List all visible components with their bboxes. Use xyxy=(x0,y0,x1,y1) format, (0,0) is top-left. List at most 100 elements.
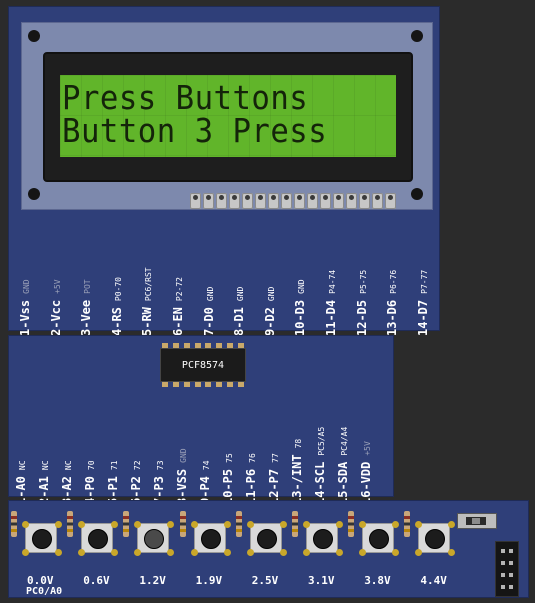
button-voltage-label: 4.4V xyxy=(420,574,447,587)
lcd-header-pin xyxy=(346,193,357,209)
lcd-pin-name: 7-D0 xyxy=(201,307,216,336)
lcd-pin-signal: GND xyxy=(297,279,307,294)
lcd-pin-signal: P4-74 xyxy=(328,269,337,294)
chip-pin-signal: NC xyxy=(41,460,50,471)
lcd-pin-signal: POT xyxy=(83,279,93,294)
chip-pin-label: 14-SCL PC5/A5 xyxy=(309,427,328,505)
chip-leg xyxy=(205,382,212,387)
lcd-header-pin xyxy=(385,193,396,209)
lcd-header-pin xyxy=(372,193,383,209)
slide-switch-nub xyxy=(472,518,480,524)
chip-pin-signal: 70 xyxy=(87,460,96,471)
lcd-pin-name: 4-RS xyxy=(109,307,124,336)
button-unit-3 xyxy=(123,509,171,565)
lcd-header-pin xyxy=(333,193,344,209)
button-unit-1 xyxy=(11,509,59,565)
chip-pin-signal: 71 xyxy=(110,460,119,471)
lcd-pin-label: 1-Vss GND xyxy=(14,279,33,336)
push-button-4[interactable] xyxy=(190,521,226,553)
lcd-pin-name: 1-Vss xyxy=(18,299,32,336)
lcd-line-1: Press Buttons xyxy=(62,78,309,117)
lcd-header-pin xyxy=(307,193,318,209)
button-voltage-label: 1.2V xyxy=(139,574,166,587)
button-voltage-label: 1.9V xyxy=(195,574,223,587)
push-button-cap xyxy=(88,529,109,549)
chip-pin-label: 3-A2NC xyxy=(56,460,75,505)
push-button-6[interactable] xyxy=(303,521,338,553)
lcd-pin-label: 13-D6 P6-76 xyxy=(381,270,400,336)
chip-pin-label: 6-P272 xyxy=(125,460,144,505)
lcd-pin-signal: PC6/RST xyxy=(144,267,154,302)
mount-hole-top-left xyxy=(28,30,40,42)
lcd-header-pin xyxy=(359,193,370,209)
lcd-pin-name: 12-D5 xyxy=(354,299,369,336)
push-button-1[interactable] xyxy=(22,521,57,553)
lcd-pin-label: 5-RW PC6/RST xyxy=(136,267,155,336)
lcd-pin-label: 7-D0 GND xyxy=(198,287,217,336)
chip-pin-name: 15-SDA xyxy=(336,461,350,505)
lcd-pin-label: 6-EN P2-72 xyxy=(167,277,186,336)
chip-pin-signal: 72 xyxy=(133,460,142,471)
chip-pin-label: 10-P575 xyxy=(217,453,236,505)
push-button-3[interactable] xyxy=(134,521,170,553)
button-port-label: PC0/A0 xyxy=(26,586,63,597)
lcd-pin-label: 9-D2 GND xyxy=(259,287,278,336)
chip-pin-label: 11-P676 xyxy=(240,453,259,505)
push-button-cap xyxy=(256,529,277,549)
chip-pin-signal: 74 xyxy=(202,460,211,471)
chip-pins-bottom xyxy=(160,382,246,387)
lcd-header-pin xyxy=(294,193,305,209)
lcd-header-pin xyxy=(255,193,266,209)
resistor xyxy=(348,511,355,537)
lcd-pin-signal: P0-70 xyxy=(113,277,123,302)
pcf8574-chip: PCF8574 xyxy=(160,348,246,382)
chip-pin-signal: 76 xyxy=(248,453,257,463)
lcd-pin-name: 2-Vcc xyxy=(48,299,63,336)
lcd-pin-name: 3-Vee xyxy=(79,299,94,336)
button-voltage-label: 2.5V xyxy=(251,574,279,587)
lcd-header-pin xyxy=(281,193,292,209)
chip-pin-label: 2-A1NC xyxy=(33,460,52,505)
lcd-pin-name: 5-RW xyxy=(140,307,155,336)
chip-leg xyxy=(173,382,180,387)
lcd-pin-name: 10-D3 xyxy=(293,299,308,336)
button-board: 0.0V 0.6V 1.2V 1.9V 2.5V 3.1V 3.8V 4.4V PC0/A0 xyxy=(8,500,529,598)
slide-switch[interactable] xyxy=(457,513,497,529)
push-button-7[interactable] xyxy=(359,521,395,553)
button-voltage-label: 0.6V xyxy=(83,574,110,587)
chip-pin-name: 13-/INT xyxy=(290,454,304,505)
push-button-2[interactable] xyxy=(78,521,114,553)
lcd-line-2: Button 3 Press xyxy=(62,111,328,150)
chip-pin-label: 9-P474 xyxy=(194,460,213,505)
resistor xyxy=(404,511,411,537)
chip-pin-signal: 77 xyxy=(271,453,280,463)
lcd-bezel: Press Buttons Button 3 Press xyxy=(43,52,413,182)
resistor xyxy=(235,511,242,537)
lcd-pin-name: 6-EN xyxy=(171,307,185,336)
lcd-pin-signal: GND xyxy=(205,286,215,302)
lcd-pin-label: 10-D3 GND xyxy=(289,279,308,336)
button-unit-5 xyxy=(235,509,284,565)
lcd-pin-name: 13-D6 xyxy=(385,299,400,336)
push-button-8[interactable] xyxy=(415,521,451,553)
chip-pin-signal: 75 xyxy=(225,453,234,463)
mount-hole-top-right xyxy=(411,30,423,42)
push-button-5[interactable] xyxy=(246,521,282,553)
lcd-board: Press Buttons Button 3 Press 1-Vss GND 2-V… xyxy=(8,6,440,336)
lcd-pin-label: 11-D4 P4-74 xyxy=(320,270,339,336)
io-expander-board: PCF8574 1-A0NC 2-A1NC 3-A2NC 4-P070 5-P171 6-… xyxy=(8,335,394,505)
chip-pin-label: 15-SDA PC4/A4 xyxy=(332,427,351,505)
chip-leg xyxy=(237,382,244,387)
lcd-pin-signal: P5-75 xyxy=(358,269,368,294)
chip-label: PCF8574 xyxy=(181,359,225,371)
button-unit-2 xyxy=(67,509,115,565)
chip-pin-name: 14-SCL xyxy=(313,461,327,505)
chip-pin-signal: +5V xyxy=(363,441,372,456)
lcd-pin-signal: P2-72 xyxy=(175,277,184,302)
lcd-pin-signal: P6-76 xyxy=(389,269,399,294)
resistor xyxy=(292,511,298,537)
chip-pin-label: 1-A0NC xyxy=(10,460,29,505)
lcd-pin-signal: GND xyxy=(236,286,246,302)
lcd-module: Press Buttons Button 3 Press xyxy=(21,22,433,210)
lcd-header-pin xyxy=(216,193,227,209)
